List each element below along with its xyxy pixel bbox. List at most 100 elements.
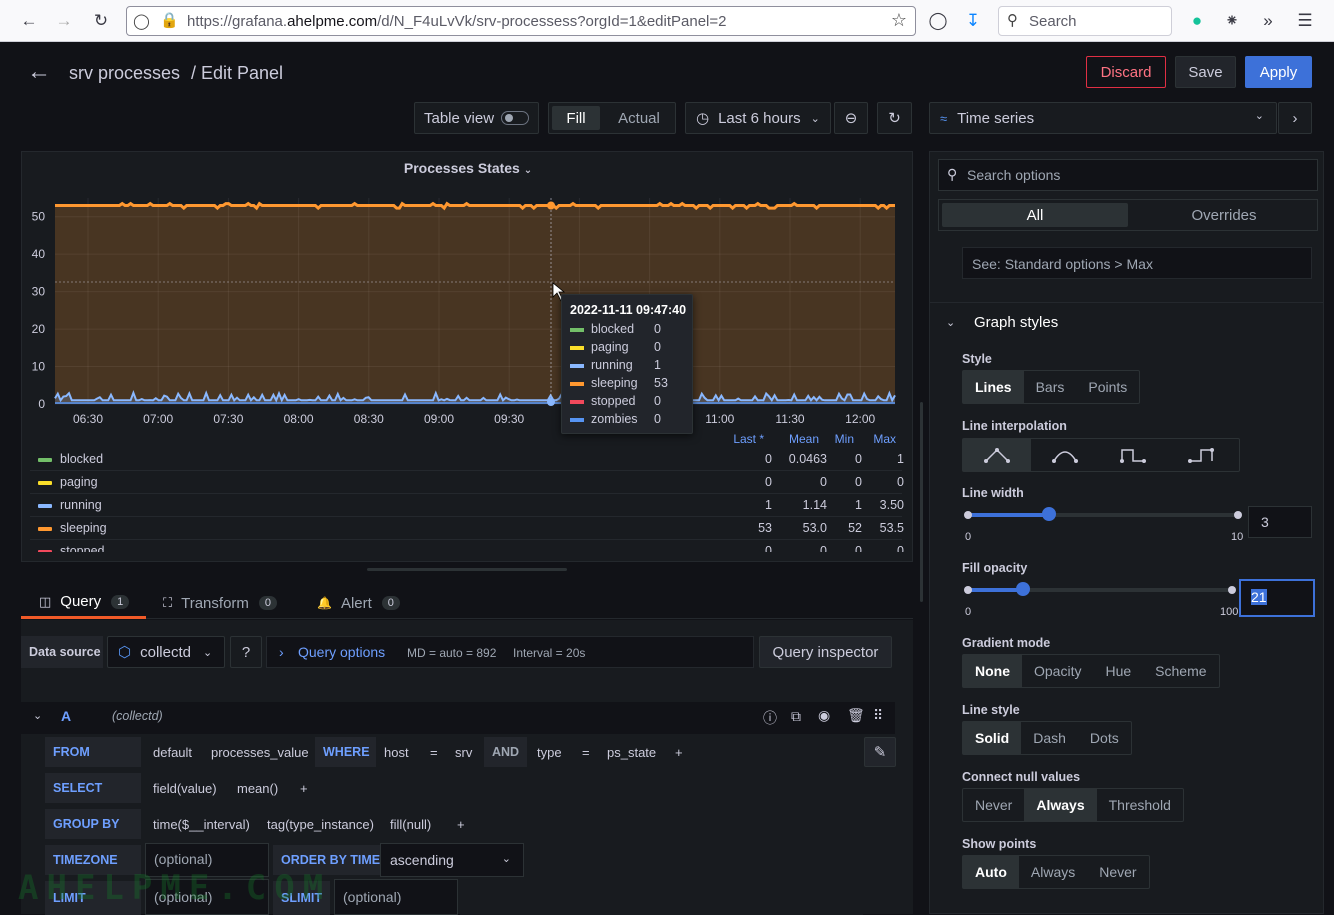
fill-button[interactable]: Fill xyxy=(552,106,600,130)
back-arrow-icon[interactable]: ← xyxy=(17,9,41,33)
reload-icon[interactable]: ↻ xyxy=(89,9,113,33)
actual-button[interactable]: Actual xyxy=(606,106,672,130)
gradient-opacity[interactable]: Opacity xyxy=(1022,655,1093,687)
add-where-button[interactable]: + xyxy=(667,737,691,767)
slider-handle[interactable] xyxy=(1016,582,1031,596)
grammarly-icon[interactable]: ● xyxy=(1185,9,1209,33)
legend-row[interactable]: running 1 1.14 1 3.50 xyxy=(30,494,904,517)
options-tab-overrides[interactable]: Overrides xyxy=(1132,203,1316,227)
legend-header-mean[interactable]: Mean xyxy=(769,432,819,446)
chevron-down-icon[interactable]: ⌄ xyxy=(33,709,42,722)
fill-opacity-slider[interactable] xyxy=(964,582,1236,596)
gradient-hue[interactable]: Hue xyxy=(1093,655,1143,687)
group-by-time[interactable]: time($__interval) xyxy=(145,809,258,839)
legend-row[interactable]: sleeping 53 53.0 52 53.5 xyxy=(30,517,904,540)
fill-opacity-input[interactable]: 21 xyxy=(1239,579,1315,617)
collapse-options-chevron-icon[interactable]: › xyxy=(1278,102,1312,134)
where-value-ps-state[interactable]: ps_state xyxy=(599,737,665,767)
table-view-toggle[interactable]: Table view xyxy=(414,102,539,134)
from-measurement[interactable]: processes_value xyxy=(203,737,317,767)
connect-null-never[interactable]: Never xyxy=(963,789,1024,821)
download-icon[interactable]: ↧ xyxy=(961,9,985,33)
interp-smooth-icon[interactable] xyxy=(1031,439,1099,471)
trash-icon[interactable]: 🗑 xyxy=(847,707,865,724)
slimit-input[interactable]: (optional) xyxy=(334,879,458,915)
overflow-chevrons-icon[interactable]: » xyxy=(1256,9,1280,33)
panel-resize-handle[interactable] xyxy=(367,568,567,571)
style-points[interactable]: Points xyxy=(1076,371,1139,403)
legend-header-last[interactable]: Last * xyxy=(714,432,764,446)
save-button[interactable]: Save xyxy=(1175,56,1236,88)
legend-series-name[interactable]: sleeping xyxy=(60,521,107,535)
hamburger-menu-icon[interactable]: ☰ xyxy=(1293,9,1317,33)
browser-search-input[interactable]: ⚲ Search xyxy=(998,6,1172,36)
legend-series-name[interactable]: stopped xyxy=(60,544,104,552)
where-key-type[interactable]: type xyxy=(529,737,570,767)
slider-handle[interactable] xyxy=(1042,507,1056,521)
connect-null-threshold[interactable]: Threshold xyxy=(1097,789,1183,821)
pocket-icon[interactable]: ◯ xyxy=(926,9,950,33)
tab-transform[interactable]: ⛶ Transform 0 xyxy=(163,587,278,619)
line-style-dots[interactable]: Dots xyxy=(1078,722,1131,754)
visualization-picker[interactable]: ≈ Time series ⌄ xyxy=(929,102,1277,134)
legend-swatch[interactable] xyxy=(38,458,52,462)
line-width-input[interactable]: 3 xyxy=(1248,506,1312,538)
help-icon[interactable]: ? xyxy=(230,636,262,668)
toggle-switch[interactable] xyxy=(501,111,529,125)
interp-linear-icon[interactable] xyxy=(963,439,1031,471)
where-value-srv[interactable]: srv xyxy=(447,737,481,767)
options-tab-all[interactable]: All xyxy=(942,203,1128,227)
interp-step-after-icon[interactable] xyxy=(1167,439,1235,471)
query-ref-id[interactable]: A xyxy=(61,708,71,724)
query-inspector-button[interactable]: Query inspector xyxy=(759,636,892,668)
where-key-host[interactable]: host xyxy=(376,737,417,767)
apply-button[interactable]: Apply xyxy=(1245,56,1312,88)
standard-options-link[interactable]: See: Standard options > Max xyxy=(962,247,1312,279)
pencil-icon[interactable]: ✎ xyxy=(864,737,896,767)
chevron-down-icon[interactable]: ⌄ xyxy=(946,316,955,329)
legend-series-name[interactable]: blocked xyxy=(60,452,103,466)
style-bars[interactable]: Bars xyxy=(1024,371,1077,403)
dashboard-title[interactable]: srv processes xyxy=(69,63,180,84)
url-bar[interactable]: ◯ 🔒 https://grafana.ahelpme.com/d/N_F4uL… xyxy=(126,6,916,36)
line-width-slider[interactable] xyxy=(964,507,1242,521)
legend-swatch[interactable] xyxy=(38,527,52,531)
show-points-always[interactable]: Always xyxy=(1019,856,1087,888)
data-source-picker[interactable]: ⬡ collectd ⌄ xyxy=(107,636,225,668)
tab-alert[interactable]: 🔔 Alert 0 xyxy=(317,587,400,619)
legend-swatch[interactable] xyxy=(38,550,52,552)
where-operator[interactable]: = xyxy=(422,737,446,767)
select-field[interactable]: field(value) xyxy=(145,773,225,803)
eye-icon[interactable]: ◉ xyxy=(818,707,830,724)
bookmark-star-icon[interactable]: ☆ xyxy=(891,10,907,31)
forward-arrow-icon[interactable]: → xyxy=(52,9,76,33)
show-points-auto[interactable]: Auto xyxy=(963,856,1019,888)
legend-series-name[interactable]: running xyxy=(60,498,102,512)
drag-handle-icon[interactable]: ⠿ xyxy=(873,707,883,724)
connect-null-always[interactable]: Always xyxy=(1024,789,1097,821)
duplicate-icon[interactable]: ⧉ xyxy=(791,708,801,725)
line-style-solid[interactable]: Solid xyxy=(963,722,1022,754)
legend-header-max[interactable]: Max xyxy=(854,432,896,446)
legend-swatch[interactable] xyxy=(38,481,52,485)
graph-styles-header[interactable]: Graph styles xyxy=(974,314,1058,331)
group-by-tag[interactable]: tag(type_instance) xyxy=(259,809,382,839)
tab-query[interactable]: ◫ Query 1 xyxy=(21,587,146,619)
style-lines[interactable]: Lines xyxy=(963,371,1024,403)
query-options-link[interactable]: Query options xyxy=(298,644,385,660)
add-select-button[interactable]: + xyxy=(292,773,316,803)
search-options-input[interactable]: ⚲ Search options xyxy=(938,159,1318,191)
pane-splitter[interactable] xyxy=(920,402,923,602)
back-arrow-icon[interactable]: ← xyxy=(27,58,51,86)
zoom-out-icon[interactable]: ⊖ xyxy=(834,102,868,134)
chart-svg[interactable]: 0102030405006:30 07:00 07:30 08:00 08:30 09:0… xyxy=(22,152,914,442)
legend-series-name[interactable]: paging xyxy=(60,475,98,489)
refresh-icon[interactable]: ↻ xyxy=(877,102,912,134)
help-icon[interactable]: ⓘ xyxy=(763,708,777,728)
group-by-fill[interactable]: fill(null) xyxy=(382,809,440,839)
line-style-dash[interactable]: Dash xyxy=(1021,722,1078,754)
gradient-none[interactable]: None xyxy=(963,655,1022,687)
select-function[interactable]: mean() xyxy=(229,773,287,803)
legend-swatch[interactable] xyxy=(38,504,52,508)
legend-row[interactable]: blocked 0 0.0463 0 1 xyxy=(30,448,904,471)
